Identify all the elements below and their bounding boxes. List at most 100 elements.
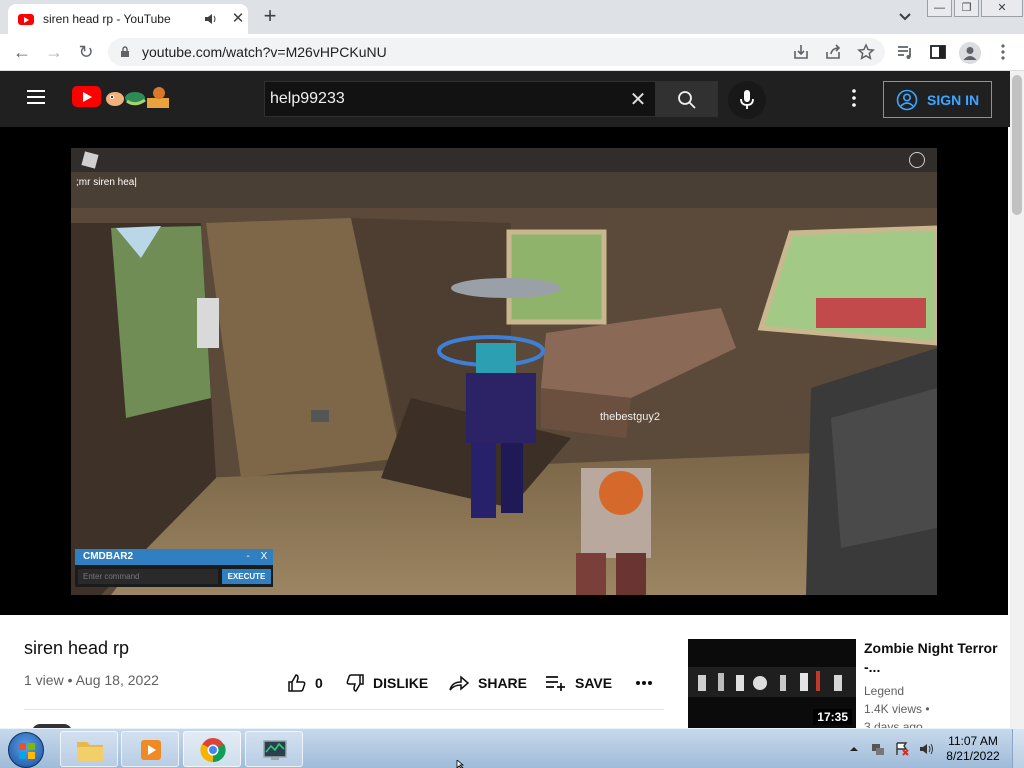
restore-window-button[interactable]: ❐	[954, 0, 979, 17]
mouse-cursor-icon	[456, 760, 465, 768]
more-actions-button[interactable]	[635, 672, 661, 694]
section-divider	[24, 709, 664, 710]
more-horizontal-icon	[636, 681, 652, 685]
side-panel-icon[interactable]	[929, 43, 947, 61]
windows-logo-icon	[19, 743, 35, 759]
scrollbar-thumb[interactable]	[1012, 75, 1022, 215]
media-player-icon	[141, 740, 161, 760]
network-icon[interactable]	[870, 741, 886, 757]
roblox-top-bar	[71, 148, 937, 172]
roblox-menu-icon	[81, 151, 99, 169]
back-arrow-icon[interactable]: ←	[11, 41, 33, 63]
search-query-text: help99233	[270, 90, 345, 107]
chrome-icon	[200, 738, 226, 763]
search-button[interactable]	[655, 81, 718, 117]
reload-icon[interactable]: ↻	[75, 41, 97, 63]
share-button[interactable]: SHARE	[448, 672, 527, 694]
close-window-button[interactable]: ✕	[981, 0, 1023, 17]
share-icon[interactable]	[824, 43, 842, 61]
speaker-icon[interactable]	[203, 12, 217, 26]
like-count: 0	[315, 675, 323, 691]
taskbar-app-chrome[interactable]	[183, 731, 241, 767]
browser-tab-strip: siren head rp - YouTube ✕ + — ❐ ✕	[0, 0, 1024, 34]
recommendation-date: 3 days ago	[864, 720, 923, 728]
tab-title: siren head rp - YouTube	[43, 12, 171, 26]
cmdbar-close: X	[260, 551, 268, 562]
show-desktop-button[interactable]	[1012, 729, 1024, 768]
media-control-icon[interactable]	[896, 43, 914, 61]
install-icon[interactable]	[792, 43, 810, 61]
game-chat-line: ;mr siren hea|	[76, 177, 137, 188]
clock-date: 8/21/2022	[946, 749, 1000, 763]
video-meta: 1 view • Aug 18, 2022	[24, 672, 159, 688]
recommendation-title[interactable]: Zombie Night Terror -...	[864, 639, 1004, 677]
bookmark-star-icon[interactable]	[857, 43, 875, 61]
taskbar-app-task-manager[interactable]	[245, 731, 303, 767]
windows-taskbar: 11:07 AM 8/21/2022	[0, 728, 1024, 768]
video-player[interactable]: ;mr siren hea| thebestguy2 CMDBAR2 - X E…	[0, 127, 1008, 615]
browser-menu-icon[interactable]	[994, 43, 1012, 61]
url-text: youtube.com/watch?v=M26vHPCKuNU	[142, 44, 387, 60]
thumbs-down-icon	[346, 674, 364, 692]
new-tab-button[interactable]: +	[259, 5, 281, 27]
address-bar[interactable]: youtube.com/watch?v=M26vHPCKuNU	[108, 38, 885, 66]
youtube-doodle-logo[interactable]	[103, 85, 173, 109]
page-scrollbar[interactable]	[1010, 71, 1024, 728]
game-scene-image	[71, 148, 937, 595]
video-duration-badge: 17:35	[813, 709, 852, 725]
share-arrow-icon	[449, 675, 470, 691]
search-input[interactable]: help99233 ✕	[264, 81, 655, 117]
action-center-icon[interactable]	[894, 741, 910, 757]
cmdbar-minimize: -	[246, 551, 250, 562]
system-tray	[846, 741, 942, 757]
save-label: SAVE	[575, 675, 613, 691]
search-icon	[678, 91, 696, 109]
save-button[interactable]: SAVE	[545, 672, 612, 694]
sign-in-button[interactable]: SIGN IN	[883, 81, 992, 118]
youtube-logo-icon[interactable]	[72, 86, 101, 107]
microphone-icon	[740, 90, 754, 109]
taskbar-app-media-player[interactable]	[121, 731, 179, 767]
close-tab-icon[interactable]: ✕	[230, 11, 246, 27]
youtube-masthead: help99233 ✕ SIGN IN	[0, 71, 1010, 127]
folder-icon	[77, 742, 103, 761]
browser-tab[interactable]: siren head rp - YouTube ✕	[8, 4, 248, 34]
dislike-button[interactable]: DISLIKE	[345, 672, 428, 694]
thumbs-up-icon	[288, 674, 306, 692]
system-clock[interactable]: 11:07 AM 8/21/2022	[940, 734, 1006, 764]
clear-search-icon[interactable]: ✕	[629, 90, 647, 110]
voice-search-button[interactable]	[728, 81, 766, 119]
show-hidden-icons-icon[interactable]	[846, 741, 862, 757]
browser-toolbar: ← → ↻ youtube.com/watch?v=M26vHPCKuNU	[0, 34, 1024, 71]
sign-in-label: SIGN IN	[927, 91, 980, 108]
profile-avatar-icon[interactable]	[959, 42, 981, 64]
dislike-label: DISLIKE	[373, 675, 429, 691]
video-title: siren head rp	[24, 638, 130, 658]
chevron-down-icon[interactable]	[896, 8, 914, 26]
share-label: SHARE	[478, 675, 528, 691]
recommendation-thumbnail[interactable]: 17:35	[688, 639, 856, 728]
forward-arrow-icon[interactable]: →	[43, 41, 65, 63]
video-frame[interactable]: ;mr siren hea| thebestguy2 CMDBAR2 - X E…	[71, 148, 937, 595]
volume-icon[interactable]	[918, 741, 934, 757]
task-manager-icon	[263, 740, 287, 760]
clock-time: 11:07 AM	[948, 734, 998, 748]
cmdbar-input: Enter command	[78, 569, 218, 584]
recommendation-channel[interactable]: Legend	[864, 684, 904, 698]
playlist-add-icon	[546, 676, 565, 691]
account-circle-icon	[896, 89, 918, 111]
start-button[interactable]	[8, 732, 44, 768]
youtube-favicon-icon	[18, 13, 34, 25]
player-nametag: thebestguy2	[600, 411, 660, 423]
more-options-icon[interactable]	[846, 88, 862, 108]
like-button[interactable]: 0	[287, 672, 323, 694]
cmdbar-execute: EXECUTE	[222, 569, 271, 584]
window-controls: — ❐ ✕	[927, 0, 1024, 18]
cmdbar-panel: CMDBAR2 - X Enter command EXECUTE	[75, 549, 273, 587]
roblox-chat-icon	[909, 152, 925, 168]
lock-icon	[121, 46, 129, 57]
hamburger-menu-icon[interactable]	[27, 90, 45, 104]
minimize-window-button[interactable]: —	[927, 0, 952, 17]
recommendation-views: 1.4K views •	[864, 702, 930, 716]
taskbar-app-explorer[interactable]	[60, 731, 118, 767]
